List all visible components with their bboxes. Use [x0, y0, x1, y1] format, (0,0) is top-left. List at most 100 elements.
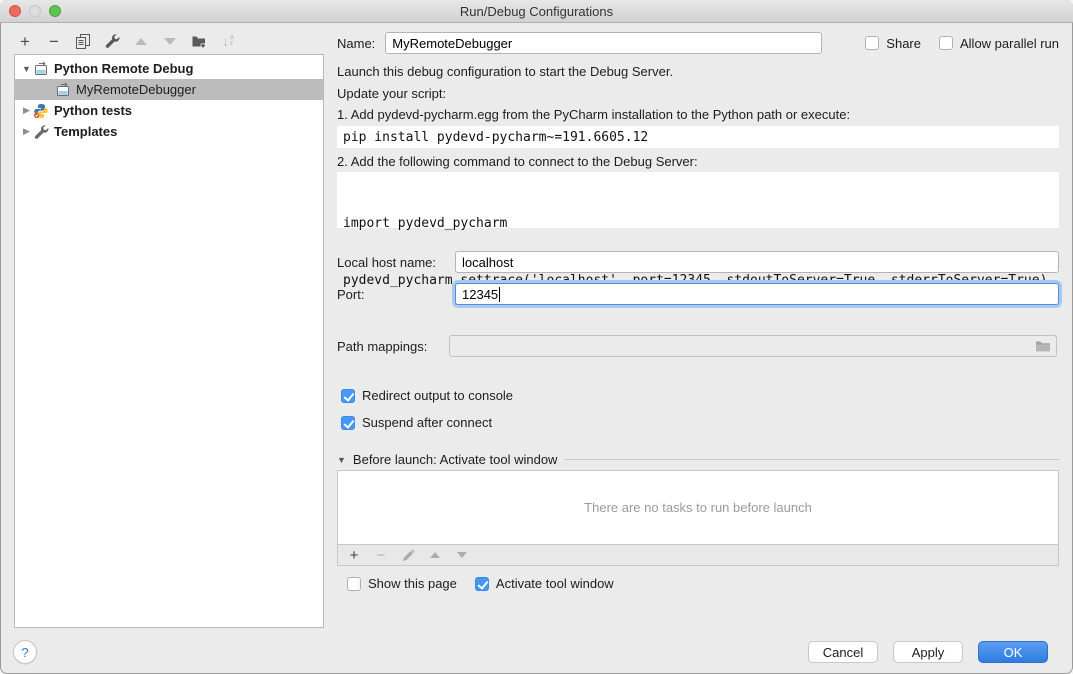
- chevron-right-icon[interactable]: ▶: [20, 105, 33, 116]
- local-host-label: Local host name:: [337, 255, 455, 270]
- traffic-lights: [9, 5, 61, 17]
- instruction-line-2: Update your script:: [337, 86, 1059, 101]
- port-input[interactable]: 12345: [455, 283, 1059, 305]
- header-rule: [565, 459, 1059, 460]
- share-checkbox-group: Share: [865, 36, 921, 51]
- empty-tasks-text: There are no tasks to run before launch: [584, 500, 812, 515]
- pip-install-code-block: pip install pydevd-pycharm~=191.6605.12: [337, 126, 1059, 148]
- cancel-button[interactable]: Cancel: [808, 641, 878, 663]
- folder-plus-icon: [191, 33, 208, 49]
- edit-task-button[interactable]: [401, 548, 415, 562]
- local-host-input[interactable]: localhost: [455, 251, 1059, 273]
- instruction-step-2: 2. Add the following command to connect …: [337, 154, 1059, 169]
- minimize-button[interactable]: [29, 5, 41, 17]
- chevron-down-icon[interactable]: ▼: [337, 455, 346, 465]
- settrace-code-line-1: import pydevd_pycharm: [343, 214, 1059, 233]
- wrench-icon: [104, 33, 120, 49]
- move-task-down-button[interactable]: [455, 548, 469, 562]
- text-cursor: [499, 287, 500, 302]
- move-up-button[interactable]: [132, 32, 150, 50]
- allow-parallel-run-label[interactable]: Allow parallel run: [960, 36, 1059, 51]
- activate-tool-window-label[interactable]: Activate tool window: [496, 576, 614, 591]
- arrow-down-icon: [164, 38, 176, 45]
- copy-configuration-button[interactable]: [74, 32, 92, 50]
- add-task-button[interactable]: +: [347, 548, 361, 562]
- run-configuration-icon: [33, 61, 49, 77]
- local-host-row: Local host name: localhost: [337, 251, 1059, 273]
- apply-button[interactable]: Apply: [893, 641, 963, 663]
- suspend-after-connect-label[interactable]: Suspend after connect: [362, 415, 492, 430]
- run-configuration-icon: [55, 82, 71, 98]
- dialog-buttons: Cancel Apply OK: [808, 641, 1048, 663]
- python-icon: [33, 103, 49, 119]
- wrench-icon: [33, 124, 49, 140]
- show-this-page-checkbox[interactable]: [347, 577, 361, 591]
- bottom-options-row: Show this page Activate tool window: [337, 576, 1059, 591]
- run-debug-configurations-dialog: Run/Debug Configurations + − ↓az ▼ Pytho…: [0, 0, 1073, 674]
- pencil-icon: [402, 549, 415, 562]
- minus-icon: −: [49, 33, 59, 50]
- arrow-down-icon: [457, 552, 467, 558]
- suspend-after-connect-checkbox[interactable]: [341, 416, 355, 430]
- help-button[interactable]: ?: [13, 640, 37, 664]
- tree-item-templates[interactable]: ▶ Templates: [15, 121, 323, 142]
- add-configuration-button[interactable]: +: [16, 32, 34, 50]
- show-this-page-label[interactable]: Show this page: [368, 576, 457, 591]
- share-checkbox[interactable]: [865, 36, 879, 50]
- before-launch-task-list[interactable]: There are no tasks to run before launch: [337, 470, 1059, 545]
- activate-tool-window-checkbox[interactable]: [475, 577, 489, 591]
- local-host-value: localhost: [462, 255, 513, 270]
- share-label[interactable]: Share: [886, 36, 921, 51]
- before-launch-toolbar: + −: [337, 545, 1059, 566]
- new-folder-button[interactable]: [190, 32, 208, 50]
- close-button[interactable]: [9, 5, 21, 17]
- suspend-after-connect-row: Suspend after connect: [341, 415, 492, 430]
- ok-button[interactable]: OK: [978, 641, 1048, 663]
- name-value: MyRemoteDebugger: [392, 36, 512, 51]
- chevron-down-icon[interactable]: ▼: [20, 64, 33, 74]
- arrow-up-icon: [430, 552, 440, 558]
- remove-configuration-button[interactable]: −: [45, 32, 63, 50]
- port-label: Port:: [337, 287, 455, 302]
- tree-item-python-tests[interactable]: ▶ Python tests: [15, 100, 323, 121]
- instruction-step-1: 1. Add pydevd-pycharm.egg from the PyCha…: [337, 107, 1059, 122]
- name-label: Name:: [337, 36, 375, 51]
- name-input[interactable]: MyRemoteDebugger: [385, 32, 822, 54]
- sort-az-icon: ↓az: [222, 34, 233, 49]
- activate-tool-window-group: Activate tool window: [475, 576, 614, 591]
- question-mark-icon: ?: [21, 645, 28, 660]
- tree-item-myremotedebugger[interactable]: MyRemoteDebugger: [15, 79, 323, 100]
- tree-item-label: MyRemoteDebugger: [76, 82, 196, 97]
- allow-parallel-run-checkbox[interactable]: [939, 36, 953, 50]
- browse-folder-icon[interactable]: [1035, 339, 1051, 353]
- edit-templates-button[interactable]: [103, 32, 121, 50]
- zoom-button[interactable]: [49, 5, 61, 17]
- pip-install-code: pip install pydevd-pycharm~=191.6605.12: [343, 130, 648, 145]
- settrace-code-block: import pydevd_pycharm pydevd_pycharm.set…: [337, 172, 1059, 228]
- tree-item-label: Templates: [54, 124, 117, 139]
- window-title: Run/Debug Configurations: [460, 4, 613, 19]
- remove-task-button[interactable]: −: [374, 548, 388, 562]
- chevron-right-icon[interactable]: ▶: [20, 126, 33, 137]
- configurations-tree: ▼ Python Remote Debug MyRemoteDebugger ▶…: [14, 54, 324, 628]
- tree-item-python-remote-debug[interactable]: ▼ Python Remote Debug: [15, 58, 323, 79]
- port-value: 12345: [462, 287, 498, 302]
- instruction-line-1: Launch this debug configuration to start…: [337, 64, 1059, 79]
- copy-icon: [75, 33, 91, 49]
- redirect-output-checkbox[interactable]: [341, 389, 355, 403]
- tree-item-label: Python Remote Debug: [54, 61, 193, 76]
- redirect-output-label[interactable]: Redirect output to console: [362, 388, 513, 403]
- move-down-button[interactable]: [161, 32, 179, 50]
- before-launch-title: Before launch: Activate tool window: [353, 452, 558, 467]
- sort-configurations-button[interactable]: ↓az: [219, 32, 237, 50]
- move-task-up-button[interactable]: [428, 548, 442, 562]
- arrow-up-icon: [135, 38, 147, 45]
- redirect-output-row: Redirect output to console: [341, 388, 513, 403]
- path-mappings-row: Path mappings:: [337, 335, 1059, 357]
- plus-icon: +: [20, 33, 30, 50]
- port-row: Port: 12345: [337, 283, 1059, 305]
- before-launch-header[interactable]: ▼ Before launch: Activate tool window: [337, 452, 1059, 467]
- path-mappings-input[interactable]: [449, 335, 1057, 357]
- name-row: Name: MyRemoteDebugger Share Allow paral…: [337, 31, 1059, 55]
- path-mappings-label: Path mappings:: [337, 339, 449, 354]
